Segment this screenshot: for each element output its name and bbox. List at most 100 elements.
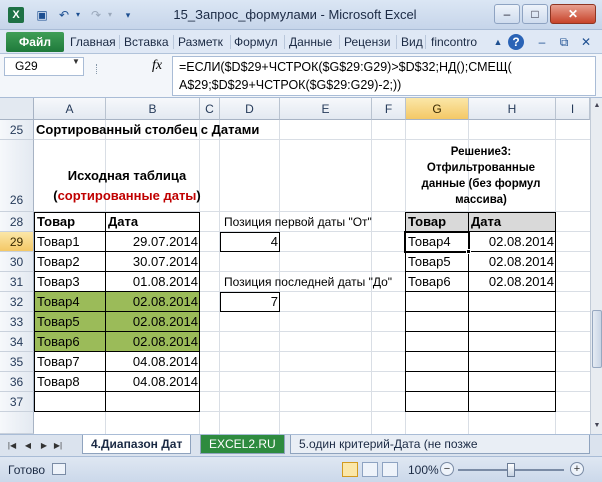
source-product-4[interactable]: Товар4	[37, 292, 80, 311]
source-product-5[interactable]: Товар5	[37, 312, 80, 331]
fill-handle[interactable]	[466, 249, 471, 254]
collapse-ribbon-icon[interactable]: ▲	[490, 34, 506, 50]
source-date-7[interactable]: 04.08.2014	[106, 352, 198, 371]
source-product-2[interactable]: Товар2	[37, 252, 80, 271]
tab-separator	[173, 35, 174, 49]
row-header-34[interactable]: 34	[0, 332, 34, 352]
first-sheet-icon[interactable]: |◀	[6, 440, 18, 452]
tab-separator	[339, 35, 340, 49]
scroll-down-icon[interactable]: ▼	[591, 420, 602, 432]
column-header-f[interactable]: F	[372, 98, 406, 120]
column-header-i[interactable]: I	[556, 98, 590, 120]
row-header-30[interactable]: 30	[0, 252, 34, 272]
last-sheet-icon[interactable]: ▶|	[52, 440, 64, 452]
source-product-1[interactable]: Товар1	[37, 232, 80, 251]
help-icon[interactable]: ?	[508, 34, 524, 50]
column-header-g[interactable]: G	[406, 98, 469, 120]
sheet-tab-diapazon-dat[interactable]: 4.Диапазон Дат	[82, 435, 192, 454]
page-break-view-button[interactable]	[382, 462, 398, 477]
workbook-minimize-icon[interactable]: –	[534, 34, 550, 50]
zoom-in-button[interactable]: +	[570, 462, 584, 476]
save-icon[interactable]: ▣	[34, 7, 50, 23]
ribbon-tab-bar: Файл Главная Вставка Разметк Формул Данн…	[0, 30, 602, 54]
column-header-a[interactable]: A	[34, 98, 106, 120]
solution-label: Решение3: Отфильтрованные данные (без фо…	[421, 146, 541, 206]
result-date-1[interactable]: 02.08.2014	[469, 232, 554, 251]
select-all-corner[interactable]	[0, 98, 34, 120]
result-date-3[interactable]: 02.08.2014	[469, 272, 554, 291]
row-header-25[interactable]: 25	[0, 120, 34, 140]
insert-function-icon[interactable]: fx	[152, 58, 162, 74]
tab-separator	[425, 35, 426, 49]
sheet-tab-excel2ru[interactable]: EXCEL2.RU	[200, 435, 285, 454]
pos-first-value[interactable]: 4	[220, 232, 278, 251]
result-date-2[interactable]: 02.08.2014	[469, 252, 554, 271]
row-header-28[interactable]: 28	[0, 212, 34, 232]
workbook-restore-icon[interactable]: ⧉	[556, 34, 572, 50]
splitter-handle[interactable]	[96, 64, 99, 74]
zoom-level[interactable]: 100%	[408, 463, 439, 477]
result-product-2[interactable]: Товар5	[408, 252, 451, 271]
row-header-36[interactable]: 36	[0, 372, 34, 392]
redo-dropdown-icon[interactable]: ▾	[102, 7, 118, 23]
column-header-b[interactable]: B	[106, 98, 200, 120]
row-header-29[interactable]: 29	[0, 232, 34, 252]
tab-review[interactable]: Рецензи	[344, 35, 390, 49]
pos-last-value[interactable]: 7	[220, 292, 278, 311]
source-date-4[interactable]: 02.08.2014	[106, 292, 198, 311]
source-date-5[interactable]: 02.08.2014	[106, 312, 198, 331]
tab-formulas[interactable]: Формул	[234, 35, 278, 49]
source-col-product: Товар	[37, 214, 76, 229]
row-header-38[interactable]	[0, 412, 34, 434]
tab-data[interactable]: Данные	[289, 35, 332, 49]
next-sheet-icon[interactable]: ▶	[38, 440, 50, 452]
tab-home[interactable]: Главная	[70, 35, 116, 49]
result-product-3[interactable]: Товар6	[408, 272, 451, 291]
row-header-37[interactable]: 37	[0, 392, 34, 412]
column-header-d[interactable]: D	[220, 98, 280, 120]
scroll-thumb[interactable]	[592, 310, 602, 368]
tab-separator	[284, 35, 285, 49]
normal-view-button[interactable]	[342, 462, 358, 477]
source-date-2[interactable]: 30.07.2014	[106, 252, 198, 271]
zoom-slider-thumb[interactable]	[507, 463, 515, 477]
prev-sheet-icon[interactable]: ◀	[22, 440, 34, 452]
source-date-8[interactable]: 04.08.2014	[106, 372, 198, 391]
row-header-35[interactable]: 35	[0, 352, 34, 372]
row-header-26[interactable]: 26	[0, 140, 34, 212]
column-header-h[interactable]: H	[469, 98, 556, 120]
source-product-8[interactable]: Товар8	[37, 372, 80, 391]
minimize-button[interactable]: –	[494, 4, 520, 24]
tab-page-layout[interactable]: Разметк	[178, 35, 223, 49]
tab-fincontrol[interactable]: fincontro	[431, 35, 477, 49]
column-header-e[interactable]: E	[280, 98, 372, 120]
source-product-3[interactable]: Товар3	[37, 272, 80, 291]
undo-dropdown-icon[interactable]: ▾	[70, 7, 86, 23]
source-product-6[interactable]: Товар6	[37, 332, 80, 351]
page-layout-view-button[interactable]	[362, 462, 378, 477]
name-box-dropdown-icon[interactable]: ▼	[72, 57, 80, 66]
maximize-button[interactable]: □	[522, 4, 548, 24]
source-product-7[interactable]: Товар7	[37, 352, 80, 371]
source-date-1[interactable]: 29.07.2014	[106, 232, 198, 251]
sheet-tab-odin-kriteriy[interactable]: 5.один критерий-Дата (не позже	[290, 435, 590, 454]
macro-record-icon[interactable]	[52, 463, 66, 475]
tab-view[interactable]: Вид	[401, 35, 423, 49]
row-header-32[interactable]: 32	[0, 292, 34, 312]
zoom-out-button[interactable]: −	[440, 462, 454, 476]
formula-input[interactable]: =ЕСЛИ($D$29+ЧСТРОК($G$29:G29)>$D$32;НД()…	[172, 56, 596, 96]
tab-insert[interactable]: Вставка	[124, 35, 169, 49]
spreadsheet-grid[interactable]: Сортированный столбец с Датами Исходная …	[34, 120, 590, 434]
vertical-scrollbar[interactable]: ▲ ▼	[590, 98, 602, 434]
source-date-3[interactable]: 01.08.2014	[106, 272, 198, 291]
scroll-up-icon[interactable]: ▲	[591, 100, 602, 112]
source-date-6[interactable]: 02.08.2014	[106, 332, 198, 351]
row-header-31[interactable]: 31	[0, 272, 34, 292]
close-button[interactable]: ✕	[550, 4, 596, 24]
active-cell-g29[interactable]	[404, 231, 470, 253]
column-header-c[interactable]: C	[200, 98, 220, 120]
workbook-close-icon[interactable]: ✕	[578, 34, 594, 50]
tab-file[interactable]: Файл	[6, 32, 64, 52]
customize-qat-icon[interactable]: ▾	[120, 7, 136, 23]
row-header-33[interactable]: 33	[0, 312, 34, 332]
